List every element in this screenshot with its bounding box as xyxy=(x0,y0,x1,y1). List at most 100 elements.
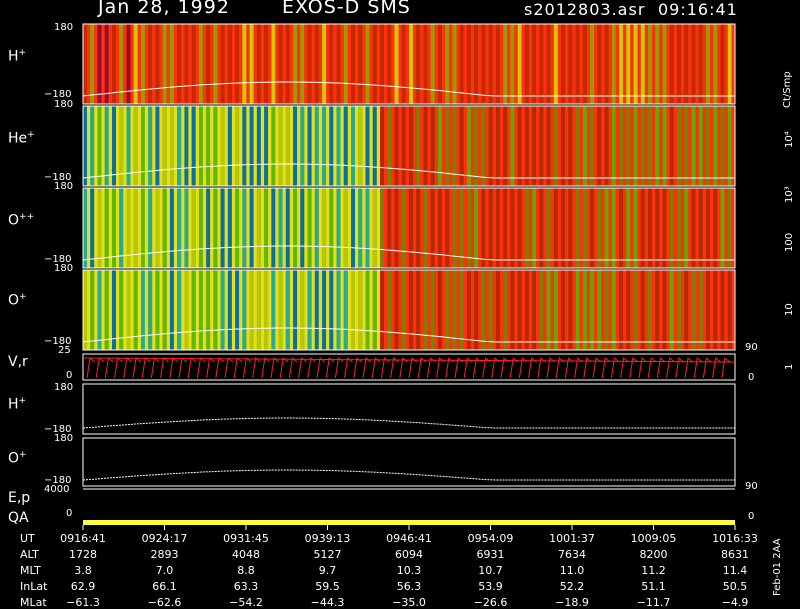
spectrogram-column xyxy=(623,106,627,186)
spectrogram-column xyxy=(594,270,598,350)
tick-ymax: 180 xyxy=(54,99,74,110)
spectrogram-column xyxy=(698,106,703,186)
tick-ymax: 180 xyxy=(54,263,74,274)
spectrogram-column xyxy=(329,188,334,268)
spectrogram-column xyxy=(430,270,435,350)
spectrogram-column xyxy=(568,24,573,104)
spectrogram-column xyxy=(231,106,236,186)
spectrogram-column xyxy=(340,106,344,186)
spectrogram-column xyxy=(565,270,569,350)
spectrogram-column xyxy=(514,270,518,350)
spectrogram-column xyxy=(478,24,482,104)
spectrogram-column xyxy=(101,270,105,350)
spectrogram-column xyxy=(619,24,624,104)
spectrogram-column xyxy=(481,24,486,104)
spectrogram-column xyxy=(343,24,348,104)
spectrogram-column xyxy=(242,188,247,268)
spectrogram-column xyxy=(206,188,211,268)
spectrogram-column xyxy=(601,188,605,268)
spectrogram-column xyxy=(710,270,714,350)
spectrogram-column xyxy=(586,188,591,268)
spectrogram-column xyxy=(427,24,431,104)
spectrogram-column xyxy=(293,24,298,104)
spectrogram-column xyxy=(702,270,707,350)
spectrogram-column xyxy=(492,106,496,186)
ephemeris-cell: 6931 xyxy=(476,548,505,561)
spectrogram-column xyxy=(155,24,160,104)
spectrogram-column xyxy=(637,24,641,104)
spectrogram-column xyxy=(289,106,294,186)
spectrogram-column xyxy=(297,24,301,104)
spectrogram-column xyxy=(720,270,725,350)
spectrogram-column xyxy=(608,24,612,104)
spectrogram-column xyxy=(314,24,319,104)
spectrogram-column xyxy=(155,106,160,186)
spectrogram-column xyxy=(130,106,134,186)
spectrogram-column xyxy=(369,106,373,186)
spectrogram-column xyxy=(198,188,203,268)
spectrogram-column xyxy=(329,106,334,186)
spectrogram-column xyxy=(101,106,105,186)
spectrogram-column xyxy=(713,188,718,268)
ephemeris-cell: −11.7 xyxy=(636,596,671,609)
spectrogram-column xyxy=(202,188,207,268)
spectrogram-column xyxy=(684,106,689,186)
spectrogram-column xyxy=(655,24,660,104)
spectrogram-column xyxy=(401,106,406,186)
spectrogram-column xyxy=(108,24,112,104)
spectrogram-column xyxy=(249,106,254,186)
spectrogram-column xyxy=(268,188,272,268)
spectrogram-column xyxy=(659,188,663,268)
spectrogram-column xyxy=(492,270,496,350)
spectrogram-column xyxy=(630,106,634,186)
spectrogram-column xyxy=(347,106,352,186)
spectrogram-column xyxy=(300,270,305,350)
spectrogram-column xyxy=(304,270,308,350)
spectrogram-column xyxy=(355,106,359,186)
spectrogram-column xyxy=(557,24,562,104)
spectrogram-column xyxy=(630,188,634,268)
tick-qa-right-min: 0 xyxy=(748,511,755,522)
spectrogram-column xyxy=(623,270,627,350)
spectrogram-column xyxy=(575,106,580,186)
spectrogram-column xyxy=(611,24,616,104)
spectrogram-column xyxy=(166,106,170,186)
start-time: 09:16:41 xyxy=(658,0,738,19)
spectrogram-column xyxy=(727,106,732,186)
spectrogram-column xyxy=(394,106,399,186)
spectrogram-column xyxy=(347,24,352,104)
spectrogram-column xyxy=(289,24,294,104)
spectrogram-column xyxy=(681,106,685,186)
spectrogram-column xyxy=(536,188,540,268)
spectrogram-column xyxy=(499,188,504,268)
spectrogram-column xyxy=(285,188,290,268)
ephemeris-cell: 0924:17 xyxy=(141,532,188,545)
spectrogram-column xyxy=(83,106,87,186)
spectrogram-column xyxy=(702,188,707,268)
tick-vr-max: 25 xyxy=(58,345,71,356)
spectrogram-column xyxy=(202,106,207,186)
spectrogram-column xyxy=(423,106,428,186)
spectrogram-column xyxy=(597,270,602,350)
spectrogram-column xyxy=(217,188,221,268)
spectrogram-column xyxy=(623,188,627,268)
spectrogram-column xyxy=(413,24,417,104)
spectrogram-column xyxy=(108,106,112,186)
spectrogram-column xyxy=(90,106,95,186)
spectrogram-column xyxy=(235,106,240,186)
panel-label-he-plus: He+ xyxy=(8,130,35,147)
spectrogram-column xyxy=(137,106,141,186)
spectrogram-column xyxy=(485,24,489,104)
spectrogram-column xyxy=(405,270,409,350)
spectrogram-column xyxy=(710,188,714,268)
spectrogram-column xyxy=(557,270,562,350)
qa-bar xyxy=(83,520,735,525)
spectrogram-column xyxy=(311,188,315,268)
spectrogram-column xyxy=(380,188,384,268)
spectrogram-column xyxy=(648,24,653,104)
plot-canvas xyxy=(82,23,736,530)
spectrogram-column xyxy=(260,24,265,104)
spectrogram-column xyxy=(604,24,609,104)
spectrogram-column xyxy=(474,24,479,104)
spectrogram-column xyxy=(224,106,228,186)
